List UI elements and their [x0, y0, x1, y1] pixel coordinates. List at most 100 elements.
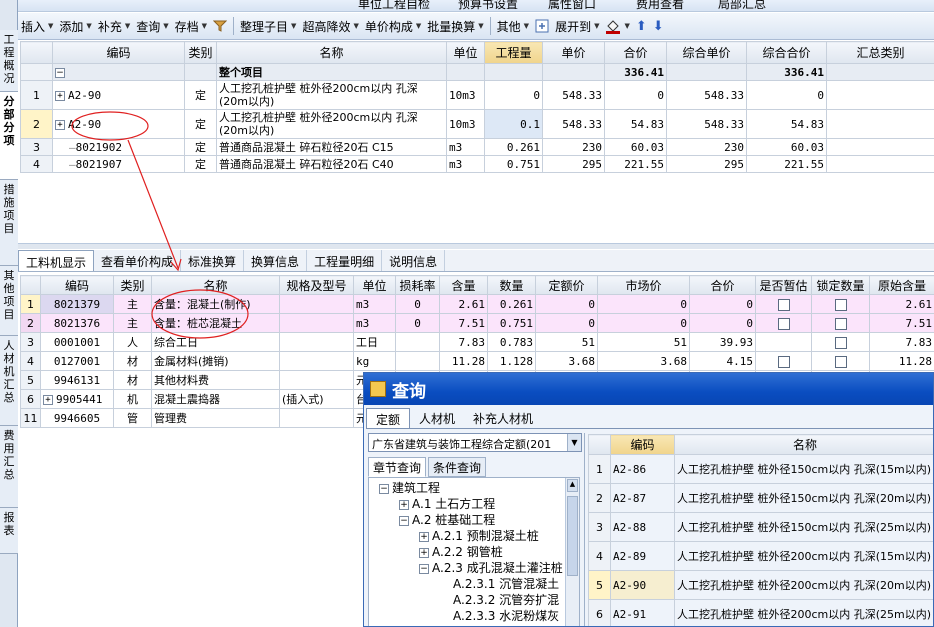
- code-cell[interactable]: +9905441: [40, 389, 114, 409]
- archive-menu[interactable]: 存档 ▼: [172, 15, 210, 37]
- type-cell[interactable]: 定: [184, 80, 217, 110]
- type-cell[interactable]: 主: [113, 294, 152, 314]
- name-cell[interactable]: 人工挖孔桩护壁 桩外径200cm以内 孔深(20m以内): [674, 570, 933, 600]
- tree-node[interactable]: − A.2 桩基础工程: [399, 513, 495, 528]
- quota-row[interactable]: 4 A2-89 人工挖孔桩护壁 桩外径200cm以内 孔深(15m以内): [588, 541, 933, 571]
- expand-icon[interactable]: +: [55, 119, 65, 130]
- name-cell[interactable]: 人工挖孔桩护壁 桩外径200cm以内 孔深(25m以内): [674, 599, 933, 626]
- qty-cell[interactable]: 0.751: [484, 155, 543, 173]
- name-cell[interactable]: 人工挖孔桩护壁 桩外径200cm以内 孔深(20m以内): [216, 80, 447, 110]
- col-header-quantity[interactable]: 数量: [487, 275, 536, 295]
- total-cell[interactable]: 0: [746, 80, 827, 110]
- type-cell[interactable]: 管: [113, 408, 152, 428]
- supplement-menu[interactable]: 补充 ▼: [95, 15, 133, 37]
- code-cell[interactable]: A2-88: [610, 512, 675, 542]
- code-cell[interactable]: 9946605: [40, 408, 114, 428]
- col-header-quantity[interactable]: 工程量: [484, 41, 543, 64]
- qty-cell[interactable]: 0: [484, 80, 543, 110]
- name-cell[interactable]: 人工挖孔桩护壁 桩外径150cm以内 孔深(25m以内): [674, 512, 933, 542]
- amount-cell[interactable]: 4.15: [689, 351, 756, 371]
- orig-content-cell[interactable]: 7.83: [869, 332, 934, 352]
- table-row[interactable]: 1 + A2-90 定 人工挖孔桩护壁 桩外径200cm以内 孔深(20m以内) …: [20, 80, 934, 110]
- market-cell[interactable]: 3.68: [597, 351, 690, 371]
- estimate-checkbox[interactable]: [777, 355, 790, 368]
- code-cell[interactable]: + A2-90: [52, 80, 185, 110]
- name-cell[interactable]: 混凝土震捣器: [151, 389, 280, 409]
- resource-row[interactable]: 4 0127001 材 金属材料(摊销) kg 11.28 1.128 3.68…: [20, 351, 934, 371]
- col-header-type[interactable]: 类别: [113, 275, 152, 295]
- total-cell[interactable]: 221.55: [746, 155, 827, 173]
- qty-cell[interactable]: 1.128: [487, 351, 536, 371]
- tab-qty-detail[interactable]: 工程量明细: [307, 250, 383, 271]
- table-row[interactable]: 3 —8021902 定 普通商品混凝土 碎石粒径20石 C15 m3 0.26…: [20, 138, 934, 156]
- expand-icon[interactable]: +: [419, 531, 429, 542]
- code-cell[interactable]: + A2-90: [52, 109, 185, 139]
- quota-row[interactable]: 6 A2-91 人工挖孔桩护壁 桩外径200cm以内 孔深(25m以内): [588, 599, 933, 626]
- content-cell[interactable]: 7.83: [439, 332, 488, 352]
- name-cell[interactable]: 人工挖孔桩护壁 桩外径200cm以内 孔深(20m以内): [216, 109, 447, 139]
- unit-total-cell[interactable]: 548.33: [666, 109, 747, 139]
- col-header-name[interactable]: 名称: [216, 41, 447, 64]
- name-cell[interactable]: 人工挖孔桩护壁 桩外径150cm以内 孔深(15m以内): [674, 454, 933, 484]
- amount-cell[interactable]: 0: [689, 313, 756, 333]
- col-header-type[interactable]: 类别: [184, 41, 217, 64]
- name-cell[interactable]: 金属材料(摊销): [151, 351, 280, 371]
- col-header-price[interactable]: 单价: [542, 41, 605, 64]
- spec-cell[interactable]: [279, 313, 354, 333]
- amount-cell[interactable]: 0: [604, 80, 667, 110]
- code-cell[interactable]: A2-90: [610, 570, 675, 600]
- amount-cell[interactable]: 221.55: [604, 155, 667, 173]
- col-header-unit[interactable]: 单位: [446, 41, 485, 64]
- other-menu[interactable]: 其他 ▼: [494, 15, 532, 37]
- market-cell[interactable]: 0: [597, 294, 690, 314]
- col-header-quota-price[interactable]: 定额价: [535, 275, 598, 295]
- quota-cell[interactable]: 3.68: [535, 351, 598, 371]
- quota-cell[interactable]: 0: [535, 313, 598, 333]
- loss-cell[interactable]: [395, 351, 440, 371]
- expand-icon[interactable]: +: [399, 499, 409, 510]
- resource-row[interactable]: 2 8021376 主 含量：桩芯混凝土 m3 0 7.51 0.751 0 0…: [20, 313, 934, 333]
- tab-cost-summary[interactable]: 费用汇总: [0, 426, 18, 508]
- code-cell[interactable]: A2-89: [610, 541, 675, 571]
- tree-node[interactable]: + A.1 土石方工程: [399, 497, 495, 512]
- tab-reports[interactable]: 报表: [0, 508, 18, 554]
- type-cell[interactable]: 人: [113, 332, 152, 352]
- amount-cell[interactable]: 0: [689, 294, 756, 314]
- col-header-amount[interactable]: 合价: [689, 275, 756, 295]
- organize-subitems-menu[interactable]: 整理子目 ▼: [237, 15, 299, 37]
- spec-cell[interactable]: (插入式): [279, 389, 354, 409]
- table-row-selected[interactable]: 2 + A2-90 定 人工挖孔桩护壁 桩外径200cm以内 孔深(20m以内) …: [20, 109, 934, 139]
- tab-resources[interactable]: 工料机显示: [18, 250, 95, 271]
- tree-node[interactable]: − A.2.3 成孔混凝土灌注桩: [419, 561, 563, 576]
- lock-qty-checkbox[interactable]: [834, 317, 847, 330]
- total-cell[interactable]: 54.83: [746, 109, 827, 139]
- tab-unit-price[interactable]: 查看单价构成: [94, 250, 182, 271]
- code-cell[interactable]: 8021379: [40, 294, 114, 314]
- code-cell[interactable]: A2-91: [610, 599, 675, 626]
- price-cell[interactable]: 295: [542, 155, 605, 173]
- expand-icon[interactable]: [532, 15, 552, 37]
- type-cell[interactable]: 主: [113, 313, 152, 333]
- lock-qty-checkbox[interactable]: [834, 336, 847, 349]
- unit-cell[interactable]: kg: [353, 351, 396, 371]
- unit-total-cell[interactable]: 295: [666, 155, 747, 173]
- unit-total-cell[interactable]: 230: [666, 138, 747, 156]
- code-cell[interactable]: 8021376: [40, 313, 114, 333]
- unit-cell[interactable]: 10m3: [446, 80, 485, 110]
- orig-content-cell[interactable]: 11.28: [869, 351, 934, 371]
- col-header-name[interactable]: 名称: [674, 434, 933, 455]
- market-cell[interactable]: 0: [597, 313, 690, 333]
- name-cell[interactable]: 普通商品混凝土 碎石粒径20石 C15: [216, 138, 447, 156]
- insert-menu[interactable]: 插入 ▼: [18, 15, 56, 37]
- tab-standard-convert[interactable]: 标准换算: [181, 250, 245, 271]
- price-cell[interactable]: 230: [542, 138, 605, 156]
- resource-row[interactable]: 3 0001001 人 综合工日 工日 7.83 0.783 51 51 39.…: [20, 332, 934, 352]
- tab-supplement-resources[interactable]: 补充人材机: [464, 408, 542, 428]
- paint-bucket-icon[interactable]: ▼: [602, 15, 632, 37]
- tab-resource-summary[interactable]: 人材机汇总: [0, 336, 18, 426]
- tab-measures[interactable]: 措施项目: [0, 180, 18, 266]
- group-row[interactable]: − 整个项目 336.41 336.41: [20, 63, 934, 81]
- loss-cell[interactable]: 0: [395, 313, 440, 333]
- unit-total-cell[interactable]: 548.33: [666, 80, 747, 110]
- quota-row[interactable]: 1 A2-86 人工挖孔桩护壁 桩外径150cm以内 孔深(15m以内): [588, 454, 933, 484]
